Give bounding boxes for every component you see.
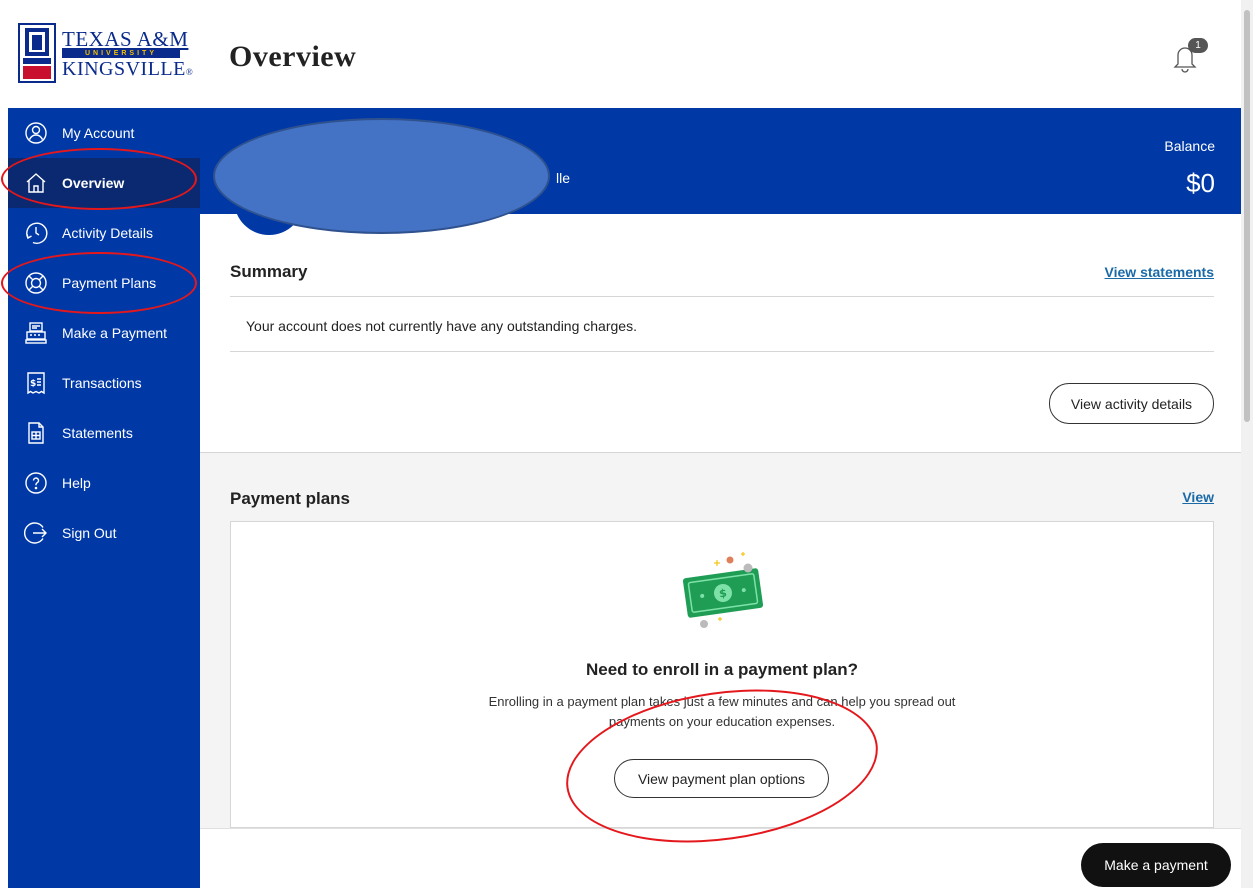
scrollbar-thumb[interactable]: [1244, 10, 1250, 422]
university-logo[interactable]: TEXAS A&M UNIVERSITY KINGSVILLE®: [0, 0, 200, 108]
sidebar-item-my-account[interactable]: My Account: [8, 108, 200, 158]
crest-icon: [18, 23, 56, 83]
statement-icon: [28, 422, 44, 444]
register-icon: [25, 322, 47, 344]
sidebar-item-label: Help: [62, 475, 91, 491]
home-icon: [26, 173, 46, 193]
clock-icon: [26, 222, 48, 244]
sidebar-item-sign-out[interactable]: Sign Out: [8, 508, 200, 558]
sidebar-item-label: Transactions: [62, 375, 142, 391]
summary-message: Your account does not currently have any…: [246, 318, 637, 334]
redaction-overlay: [213, 118, 550, 234]
sidebar-item-label: Overview: [62, 175, 125, 191]
view-activity-details-button[interactable]: View activity details: [1049, 383, 1214, 424]
sidebar-item-label: Payment Plans: [62, 275, 157, 291]
view-statements-link[interactable]: View statements: [1105, 264, 1214, 280]
balance-label: Balance: [1164, 138, 1215, 154]
sidebar-item-label: My Account: [62, 125, 135, 141]
sidebar-item-transactions[interactable]: $ Transactions: [8, 358, 200, 408]
sidebar: My Account Overview Activity Details Pay…: [8, 108, 200, 888]
user-circle-icon: [25, 122, 47, 144]
summary-title: Summary: [230, 262, 308, 281]
help-icon: [25, 472, 47, 494]
view-payment-plans-link[interactable]: View: [1182, 489, 1214, 505]
divider: [230, 296, 1214, 297]
money-illustration-icon: $: [682, 552, 764, 628]
sidebar-item-overview[interactable]: Overview: [8, 158, 200, 208]
sidebar-item-label: Activity Details: [62, 225, 154, 241]
sidebar-item-label: Statements: [62, 425, 133, 441]
sidebar-item-label: Make a Payment: [62, 325, 168, 341]
sidebar-item-statements[interactable]: Statements: [8, 408, 200, 458]
make-payment-button[interactable]: Make a payment: [1081, 843, 1231, 887]
payment-plan-heading: Need to enroll in a payment plan?: [585, 660, 859, 679]
sidebar-item-make-a-payment[interactable]: Make a Payment: [8, 308, 200, 358]
divider: [230, 351, 1214, 352]
sign-out-icon: [24, 522, 47, 544]
sidebar-item-help[interactable]: Help: [8, 458, 200, 508]
lifebuoy-icon: [25, 272, 47, 294]
view-payment-plan-options-button[interactable]: View payment plan options: [614, 759, 829, 798]
sidebar-item-activity-details[interactable]: Activity Details: [8, 208, 200, 258]
payment-plan-description: Enrolling in a payment plan takes just a…: [488, 694, 956, 729]
receipt-icon: $: [27, 372, 45, 395]
logo-line-3: KINGSVILLE®: [62, 58, 194, 80]
notification-badge: 1: [1188, 38, 1208, 53]
svg-text:$: $: [30, 379, 36, 389]
page-title: Overview: [229, 40, 357, 73]
payment-plans-title: Payment plans: [230, 489, 350, 508]
logo-line-2: UNIVERSITY: [62, 49, 180, 58]
school-name: lle: [556, 170, 571, 186]
sidebar-item-label: Sign Out: [62, 525, 117, 541]
sidebar-item-payment-plans[interactable]: Payment Plans: [8, 258, 200, 308]
balance-value: $0: [1186, 168, 1215, 198]
